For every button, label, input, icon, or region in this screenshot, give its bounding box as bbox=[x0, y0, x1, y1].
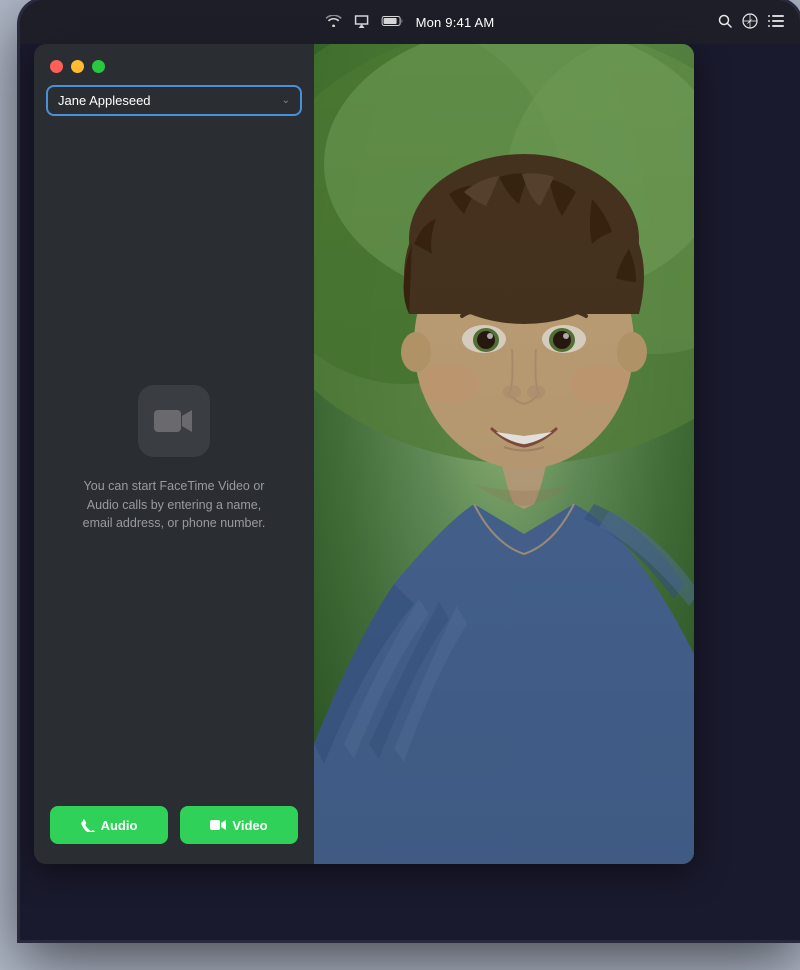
left-panel: Jane Appleseed ⌄ You can start FaceTime … bbox=[34, 44, 314, 864]
call-buttons: Audio Video bbox=[34, 786, 314, 864]
mac-frame: Mon 9:41 AM bbox=[20, 0, 800, 940]
menu-bar-center: Mon 9:41 AM bbox=[326, 14, 495, 31]
bullet-list-menu-icon[interactable] bbox=[768, 14, 784, 31]
chevron-down-icon: ⌄ bbox=[282, 95, 290, 106]
right-panel bbox=[314, 44, 694, 864]
video-camera-icon bbox=[154, 407, 194, 435]
battery-icon bbox=[382, 14, 404, 30]
safari-menu-icon[interactable] bbox=[742, 13, 758, 32]
traffic-lights bbox=[34, 44, 314, 85]
search-menu-icon[interactable] bbox=[718, 14, 732, 31]
name-field[interactable]: Jane Appleseed ⌄ bbox=[46, 85, 302, 116]
photo-overlay bbox=[314, 44, 694, 864]
video-icon bbox=[210, 819, 226, 831]
airplay-icon bbox=[354, 14, 370, 31]
phone-icon bbox=[81, 818, 95, 832]
menu-bar-time: Mon 9:41 AM bbox=[416, 15, 495, 30]
wifi-icon bbox=[326, 14, 342, 30]
person-photo bbox=[314, 44, 694, 864]
close-button[interactable] bbox=[50, 60, 63, 73]
name-field-text: Jane Appleseed bbox=[58, 93, 151, 108]
video-call-button[interactable]: Video bbox=[180, 806, 298, 844]
helper-text: You can start FaceTime Video or Audio ca… bbox=[74, 477, 274, 533]
minimize-button[interactable] bbox=[71, 60, 84, 73]
maximize-button[interactable] bbox=[92, 60, 105, 73]
name-field-container: Jane Appleseed ⌄ bbox=[34, 85, 314, 132]
facetime-center-content: You can start FaceTime Video or Audio ca… bbox=[34, 132, 314, 786]
video-button-label: Video bbox=[232, 818, 267, 833]
menu-bar-right bbox=[718, 13, 784, 32]
camera-icon-wrapper bbox=[138, 385, 210, 457]
menu-bar: Mon 9:41 AM bbox=[20, 0, 800, 44]
facetime-window: Jane Appleseed ⌄ You can start FaceTime … bbox=[34, 44, 694, 864]
audio-call-button[interactable]: Audio bbox=[50, 806, 168, 844]
audio-button-label: Audio bbox=[101, 818, 138, 833]
